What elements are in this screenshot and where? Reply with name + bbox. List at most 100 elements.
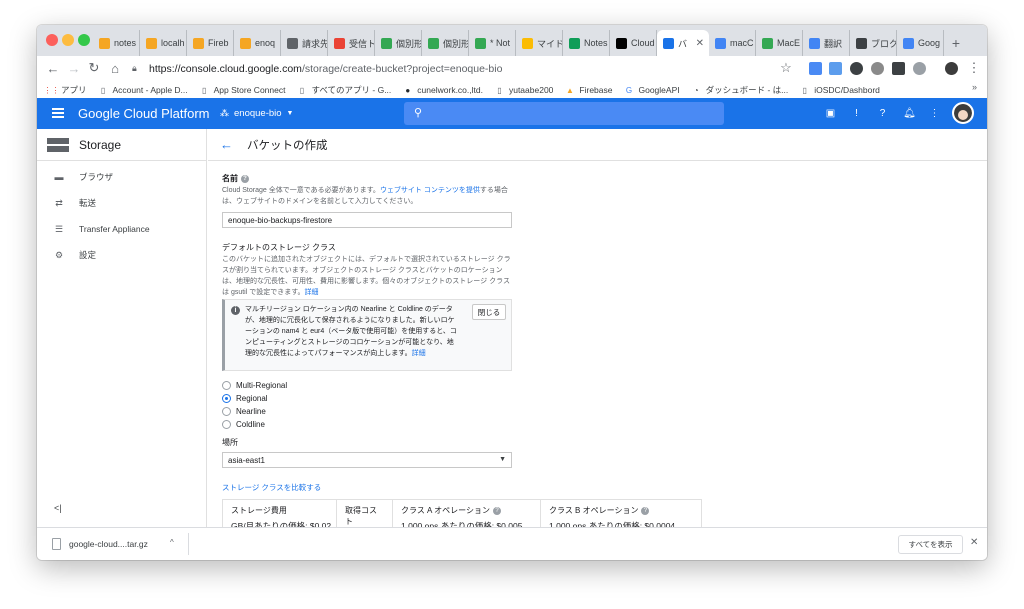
bookmark-5[interactable]: ▯ yutaabe200 <box>495 85 553 95</box>
help-icon[interactable]: ? <box>876 107 889 120</box>
close-tab-icon[interactable]: ✕ <box>696 38 704 49</box>
appliance-icon: ☰ <box>54 223 64 234</box>
bucket-icon: ▬ <box>54 172 64 182</box>
home-icon[interactable]: ⌂ <box>108 61 122 76</box>
tab-14[interactable]: MacE <box>756 30 803 56</box>
download-filename[interactable]: google-cloud....tar.gz <box>69 539 148 549</box>
back-arrow-icon[interactable]: ← <box>220 137 233 152</box>
tab-10[interactable]: Notes <box>563 30 610 56</box>
radio-button[interactable] <box>222 381 231 390</box>
radio-button[interactable] <box>222 407 231 416</box>
tab-9[interactable]: マイド <box>516 30 563 56</box>
tab-12[interactable]: バ ✕ <box>657 30 709 56</box>
tab-15[interactable]: 翻訳 <box>803 30 850 56</box>
website-content-link[interactable]: ウェブサイト コンテンツを提供 <box>380 187 480 194</box>
help-icon[interactable]: ? <box>241 174 249 183</box>
storage-class-radio-1[interactable]: Regional <box>222 392 287 405</box>
close-window-button[interactable] <box>46 34 58 46</box>
sidebar-item-label: Transfer Appliance <box>79 224 150 234</box>
tab-5[interactable]: 受信ト <box>328 30 375 56</box>
bookmark-6[interactable]: ▲ Firebase <box>565 85 613 95</box>
new-tab-button[interactable]: + <box>944 30 968 56</box>
tab-4[interactable]: 請求先 <box>281 30 328 56</box>
cloud-shell-icon[interactable]: ▣ <box>824 107 837 120</box>
bookmark-9[interactable]: ▯ iOSDC/Dashbord <box>800 85 880 95</box>
bookmark-8[interactable]: ◔ ダッシュボード - は... <box>692 84 789 96</box>
bookmark-1[interactable]: ▯ Account - Apple D... <box>99 85 188 95</box>
tab-3[interactable]: enoq <box>234 30 281 56</box>
close-icon[interactable]: ✕ <box>970 537 978 548</box>
storage-class-radio-2[interactable]: Nearline <box>222 405 287 418</box>
radio-button[interactable] <box>222 394 231 403</box>
bookmark-3[interactable]: ▯ すべてのアプリ - G... <box>297 84 392 96</box>
extension-icon[interactable] <box>892 62 905 75</box>
page-icon: ▯ <box>497 85 502 95</box>
hamburger-menu-icon[interactable] <box>52 108 64 118</box>
bookmark-0[interactable]: ⋮⋮ アプリ <box>44 84 87 96</box>
extension-icon[interactable] <box>913 62 926 75</box>
learn-more-link[interactable]: 詳細 <box>305 289 319 296</box>
collapse-sidebar-icon[interactable]: <| <box>54 503 62 513</box>
profile-avatar[interactable] <box>945 62 958 75</box>
name-label: 名前 <box>222 174 238 183</box>
radio-button[interactable] <box>222 420 231 429</box>
bookmark-label: すべてのアプリ - G... <box>311 85 392 95</box>
tab-2[interactable]: Fireb <box>187 30 234 56</box>
radio-label: Nearline <box>236 407 266 416</box>
close-notice-button[interactable]: 閉じる <box>472 304 506 320</box>
more-options-icon[interactable]: ⋮ <box>928 107 941 120</box>
show-all-button[interactable]: すべてを表示 <box>898 535 963 554</box>
gcp-title[interactable]: Google Cloud Platform <box>78 106 210 121</box>
extension-icon[interactable] <box>829 62 842 75</box>
back-icon[interactable]: ← <box>46 61 60 76</box>
minimize-window-button[interactable] <box>62 34 74 46</box>
location-select[interactable]: asia-east1 ▼ <box>222 452 512 468</box>
zoom-window-button[interactable] <box>78 34 90 46</box>
storage-class-radio-0[interactable]: Multi-Regional <box>222 379 287 392</box>
bookmark-4[interactable]: ● cunelwork.co.,ltd. <box>403 85 483 95</box>
sidebar-item-1[interactable]: ⇄ 転送 <box>37 190 206 216</box>
sidebar-item-2[interactable]: ☰ Transfer Appliance <box>37 216 206 242</box>
file-icon <box>52 538 61 550</box>
sidebar-item-3[interactable]: ⚙ 設定 <box>37 242 206 268</box>
notifications-icon[interactable]: 🔔︎ <box>903 107 916 120</box>
tab-17[interactable]: Goog <box>897 30 944 56</box>
tab-6[interactable]: 個別形 <box>375 30 422 56</box>
tab-1[interactable]: localh <box>140 30 187 56</box>
tab-0[interactable]: notes <box>93 30 140 56</box>
menu-dots-icon[interactable]: ⋮ <box>967 60 981 75</box>
help-icon[interactable]: ? <box>641 506 650 515</box>
help-icon[interactable]: ? <box>493 506 502 515</box>
storage-class-radio-3[interactable]: Coldline <box>222 418 287 431</box>
account-avatar[interactable] <box>952 102 974 124</box>
lock-icon: 🔒︎ <box>132 63 137 73</box>
forward-icon[interactable]: → <box>67 61 81 76</box>
project-selector[interactable]: ⁂ enoque-bio ▼ <box>220 108 293 119</box>
bucket-name-input[interactable]: enoque-bio-backups-firestore <box>222 212 512 228</box>
tab-label: notes <box>114 38 137 48</box>
reload-icon[interactable]: ↻ <box>87 60 101 75</box>
extension-off-icon[interactable] <box>850 62 863 75</box>
tab-16[interactable]: ブロク <box>850 30 897 56</box>
firebase-icon <box>146 37 157 49</box>
tab-7[interactable]: 個別形 <box>422 30 469 56</box>
feedback-icon[interactable]: ! <box>850 107 863 120</box>
tab-11[interactable]: Cloud <box>610 30 657 56</box>
star-icon[interactable]: ☆ <box>779 60 793 75</box>
address-bar[interactable]: 🔒︎ https://console.cloud.google.com/stor… <box>132 59 802 79</box>
tab-13[interactable]: macC <box>709 30 756 56</box>
bookmark-7[interactable]: G GoogleAPI <box>624 85 680 95</box>
radio-label: Regional <box>236 394 268 403</box>
google-icon: G <box>625 85 633 95</box>
bookmark-2[interactable]: ▯ App Store Connect <box>200 85 286 95</box>
sidebar-item-0[interactable]: ▬ ブラウザ <box>37 164 206 190</box>
compare-storage-classes-link[interactable]: ストレージ クラスを比較する <box>222 482 321 493</box>
notice-learn-more-link[interactable]: 詳細 <box>412 350 426 357</box>
chevron-up-icon[interactable]: ^ <box>170 538 174 547</box>
bookmarks-more-button[interactable]: » <box>972 82 977 92</box>
search-input[interactable]: ⚲ <box>404 102 724 125</box>
extension-icon[interactable] <box>871 62 884 75</box>
extension-icon[interactable] <box>809 62 822 75</box>
cost-column-0: ストレージ費用 GB/月あたりの価格: $0.02 <box>223 500 337 527</box>
tab-8[interactable]: * Not <box>469 30 516 56</box>
